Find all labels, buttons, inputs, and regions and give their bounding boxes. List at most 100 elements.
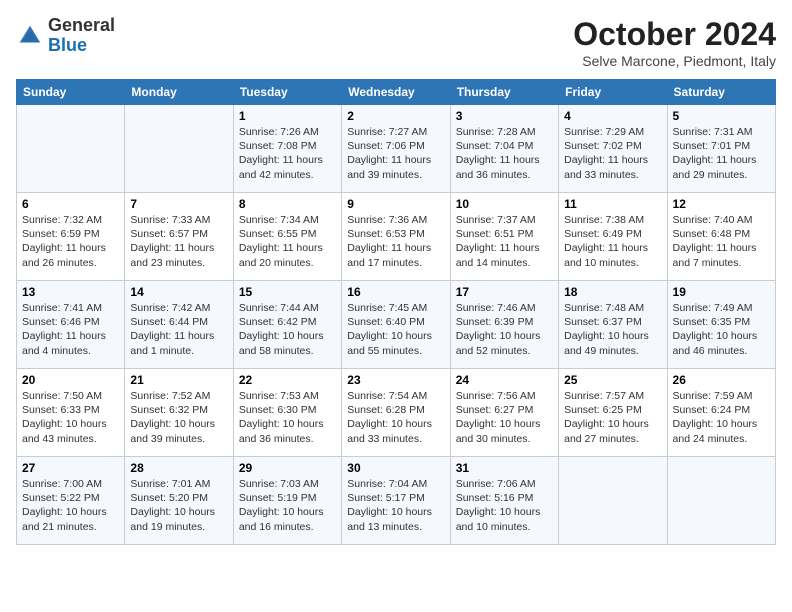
calendar-cell: 22 Sunrise: 7:53 AMSunset: 6:30 PMDayligh…	[233, 369, 341, 457]
calendar-week-row: 27 Sunrise: 7:00 AMSunset: 5:22 PMDayligh…	[17, 457, 776, 545]
weekday-header: Monday	[125, 80, 233, 105]
calendar-cell: 23Sunrise: 7:54 AMSunset: 6:28 PMDayligh…	[342, 369, 450, 457]
weekday-header: Thursday	[450, 80, 558, 105]
day-number: 11	[564, 197, 661, 211]
day-number: 18	[564, 285, 661, 299]
page-header: General Blue October 2024 Selve Marcone,…	[16, 16, 776, 69]
month-title: October 2024	[573, 16, 776, 53]
calendar-cell: 7Sunrise: 7:33 AMSunset: 6:57 PMDaylight…	[125, 193, 233, 281]
day-info: Sunrise: 7:56 AMSunset: 6:27 PMDaylight:…	[456, 389, 553, 446]
day-info: Sunrise: 7:50 AMSunset: 6:33 PMDaylight:…	[22, 389, 119, 446]
calendar-cell: 27 Sunrise: 7:00 AMSunset: 5:22 PMDayligh…	[17, 457, 125, 545]
logo-icon	[16, 22, 44, 50]
logo-text: General Blue	[48, 16, 115, 56]
day-info: Sunrise: 7:52 AMSunset: 6:32 PMDaylight:…	[130, 389, 227, 446]
calendar-cell: 17 Sunrise: 7:46 AMSunset: 6:39 PMDayligh…	[450, 281, 558, 369]
day-number: 8	[239, 197, 336, 211]
day-number: 19	[673, 285, 770, 299]
calendar-cell: 9 Sunrise: 7:36 AMSunset: 6:53 PMDaylight…	[342, 193, 450, 281]
day-info: Sunrise: 7:41 AMSunset: 6:46 PMDaylight:…	[22, 301, 119, 358]
day-number: 20	[22, 373, 119, 387]
calendar-cell: 2 Sunrise: 7:27 AMSunset: 7:06 PMDaylight…	[342, 105, 450, 193]
day-info: Sunrise: 7:42 AMSunset: 6:44 PMDaylight:…	[130, 301, 227, 358]
day-info: Sunrise: 7:59 AMSunset: 6:24 PMDaylight:…	[673, 389, 770, 446]
calendar-cell: 6 Sunrise: 7:32 AMSunset: 6:59 PMDaylight…	[17, 193, 125, 281]
day-info: Sunrise: 7:44 AMSunset: 6:42 PMDaylight:…	[239, 301, 336, 358]
weekday-row: SundayMondayTuesdayWednesdayThursdayFrid…	[17, 80, 776, 105]
day-number: 27	[22, 461, 119, 475]
calendar-week-row: 6 Sunrise: 7:32 AMSunset: 6:59 PMDaylight…	[17, 193, 776, 281]
day-info: Sunrise: 7:01 AMSunset: 5:20 PMDaylight:…	[130, 477, 227, 534]
calendar-cell: 28 Sunrise: 7:01 AMSunset: 5:20 PMDayligh…	[125, 457, 233, 545]
day-number: 7	[130, 197, 227, 211]
day-info: Sunrise: 7:54 AMSunset: 6:28 PMDaylight:…	[347, 389, 444, 446]
day-number: 25	[564, 373, 661, 387]
calendar-week-row: 20 Sunrise: 7:50 AMSunset: 6:33 PMDayligh…	[17, 369, 776, 457]
day-info: Sunrise: 7:31 AMSunset: 7:01 PMDaylight:…	[673, 125, 770, 182]
day-info: Sunrise: 7:37 AMSunset: 6:51 PMDaylight:…	[456, 213, 553, 270]
day-number: 4	[564, 109, 661, 123]
calendar-cell	[667, 457, 775, 545]
calendar-cell: 12Sunrise: 7:40 AMSunset: 6:48 PMDayligh…	[667, 193, 775, 281]
day-number: 9	[347, 197, 444, 211]
calendar-cell: 24 Sunrise: 7:56 AMSunset: 6:27 PMDayligh…	[450, 369, 558, 457]
weekday-header: Wednesday	[342, 80, 450, 105]
day-number: 24	[456, 373, 553, 387]
day-number: 28	[130, 461, 227, 475]
day-info: Sunrise: 7:26 AMSunset: 7:08 PMDaylight:…	[239, 125, 336, 182]
day-info: Sunrise: 7:38 AMSunset: 6:49 PMDaylight:…	[564, 213, 661, 270]
day-number: 14	[130, 285, 227, 299]
day-number: 15	[239, 285, 336, 299]
calendar-table: SundayMondayTuesdayWednesdayThursdayFrid…	[16, 79, 776, 545]
day-number: 10	[456, 197, 553, 211]
day-number: 2	[347, 109, 444, 123]
calendar-cell: 13 Sunrise: 7:41 AMSunset: 6:46 PMDayligh…	[17, 281, 125, 369]
day-info: Sunrise: 7:40 AMSunset: 6:48 PMDaylight:…	[673, 213, 770, 270]
day-info: Sunrise: 7:03 AMSunset: 5:19 PMDaylight:…	[239, 477, 336, 534]
calendar-body: 1 Sunrise: 7:26 AMSunset: 7:08 PMDaylight…	[17, 105, 776, 545]
calendar-week-row: 1 Sunrise: 7:26 AMSunset: 7:08 PMDaylight…	[17, 105, 776, 193]
day-info: Sunrise: 7:06 AMSunset: 5:16 PMDaylight:…	[456, 477, 553, 534]
calendar-cell: 30Sunrise: 7:04 AMSunset: 5:17 PMDayligh…	[342, 457, 450, 545]
calendar-cell	[17, 105, 125, 193]
day-number: 5	[673, 109, 770, 123]
calendar-cell: 25 Sunrise: 7:57 AMSunset: 6:25 PMDayligh…	[559, 369, 667, 457]
calendar-cell: 14 Sunrise: 7:42 AMSunset: 6:44 PMDayligh…	[125, 281, 233, 369]
calendar-cell: 26 Sunrise: 7:59 AMSunset: 6:24 PMDayligh…	[667, 369, 775, 457]
calendar-cell: 10 Sunrise: 7:37 AMSunset: 6:51 PMDayligh…	[450, 193, 558, 281]
day-info: Sunrise: 7:00 AMSunset: 5:22 PMDaylight:…	[22, 477, 119, 534]
weekday-header: Friday	[559, 80, 667, 105]
day-info: Sunrise: 7:32 AMSunset: 6:59 PMDaylight:…	[22, 213, 119, 270]
day-number: 1	[239, 109, 336, 123]
calendar-cell: 21Sunrise: 7:52 AMSunset: 6:32 PMDayligh…	[125, 369, 233, 457]
day-info: Sunrise: 7:57 AMSunset: 6:25 PMDaylight:…	[564, 389, 661, 446]
day-number: 13	[22, 285, 119, 299]
day-number: 31	[456, 461, 553, 475]
calendar-cell: 20 Sunrise: 7:50 AMSunset: 6:33 PMDayligh…	[17, 369, 125, 457]
day-number: 30	[347, 461, 444, 475]
day-number: 6	[22, 197, 119, 211]
day-number: 26	[673, 373, 770, 387]
calendar-cell: 3Sunrise: 7:28 AMSunset: 7:04 PMDaylight…	[450, 105, 558, 193]
calendar-week-row: 13 Sunrise: 7:41 AMSunset: 6:46 PMDayligh…	[17, 281, 776, 369]
calendar-cell: 4 Sunrise: 7:29 AMSunset: 7:02 PMDaylight…	[559, 105, 667, 193]
day-info: Sunrise: 7:46 AMSunset: 6:39 PMDaylight:…	[456, 301, 553, 358]
calendar-header: SundayMondayTuesdayWednesdayThursdayFrid…	[17, 80, 776, 105]
day-info: Sunrise: 7:36 AMSunset: 6:53 PMDaylight:…	[347, 213, 444, 270]
calendar-cell: 19Sunrise: 7:49 AMSunset: 6:35 PMDayligh…	[667, 281, 775, 369]
day-info: Sunrise: 7:45 AMSunset: 6:40 PMDaylight:…	[347, 301, 444, 358]
calendar-cell	[559, 457, 667, 545]
day-number: 16	[347, 285, 444, 299]
location-subtitle: Selve Marcone, Piedmont, Italy	[573, 53, 776, 69]
calendar-cell: 8Sunrise: 7:34 AMSunset: 6:55 PMDaylight…	[233, 193, 341, 281]
day-number: 22	[239, 373, 336, 387]
day-info: Sunrise: 7:27 AMSunset: 7:06 PMDaylight:…	[347, 125, 444, 182]
day-number: 17	[456, 285, 553, 299]
calendar-cell: 1 Sunrise: 7:26 AMSunset: 7:08 PMDaylight…	[233, 105, 341, 193]
day-info: Sunrise: 7:53 AMSunset: 6:30 PMDaylight:…	[239, 389, 336, 446]
calendar-cell: 18Sunrise: 7:48 AMSunset: 6:37 PMDayligh…	[559, 281, 667, 369]
calendar-cell: 16 Sunrise: 7:45 AMSunset: 6:40 PMDayligh…	[342, 281, 450, 369]
day-info: Sunrise: 7:29 AMSunset: 7:02 PMDaylight:…	[564, 125, 661, 182]
day-number: 3	[456, 109, 553, 123]
calendar-cell: 15 Sunrise: 7:44 AMSunset: 6:42 PMDayligh…	[233, 281, 341, 369]
